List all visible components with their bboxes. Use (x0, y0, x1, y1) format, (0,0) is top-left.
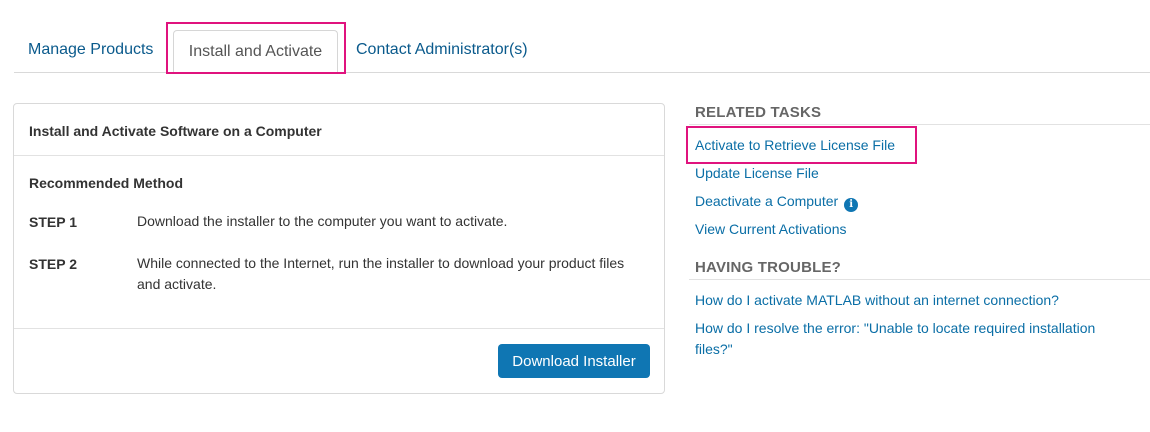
deactivate-computer-row: Deactivate a Computer i (695, 191, 859, 212)
having-trouble-heading: HAVING TROUBLE? (695, 259, 842, 276)
step-1-text: Download the installer to the computer y… (137, 213, 508, 229)
link-view-current-activations[interactable]: View Current Activations (695, 219, 846, 240)
link-update-license-file[interactable]: Update License File (695, 163, 819, 184)
panel-title: Install and Activate Software on a Compu… (14, 104, 664, 156)
tab-contact-administrators[interactable]: Contact Administrator(s) (356, 41, 528, 59)
step-2-label: STEP 2 (29, 256, 77, 272)
panel-footer-divider (14, 328, 664, 329)
related-tasks-heading: RELATED TASKS (695, 104, 822, 121)
step-2-text: While connected to the Internet, run the… (137, 255, 625, 292)
related-tasks-divider (689, 124, 1150, 125)
having-trouble-divider (689, 279, 1150, 280)
link-resolve-installation-error[interactable]: How do I resolve the error: "Unable to l… (695, 318, 1135, 360)
download-installer-button[interactable]: Download Installer (498, 344, 650, 378)
recommended-method-title: Recommended Method (29, 175, 184, 191)
install-activate-panel: Install and Activate Software on a Compu… (13, 103, 665, 394)
tab-bar: Manage Products Install and Activate Con… (14, 0, 1150, 73)
link-activate-without-internet[interactable]: How do I activate MATLAB without an inte… (695, 290, 1135, 311)
step-1-label: STEP 1 (29, 214, 77, 230)
tab-manage-products[interactable]: Manage Products (28, 41, 153, 59)
link-activate-retrieve-license[interactable]: Activate to Retrieve License File (695, 135, 895, 156)
info-icon[interactable]: i (844, 198, 859, 212)
link-deactivate-computer[interactable]: Deactivate a Computer (695, 193, 838, 209)
tab-install-and-activate[interactable]: Install and Activate (173, 30, 338, 73)
